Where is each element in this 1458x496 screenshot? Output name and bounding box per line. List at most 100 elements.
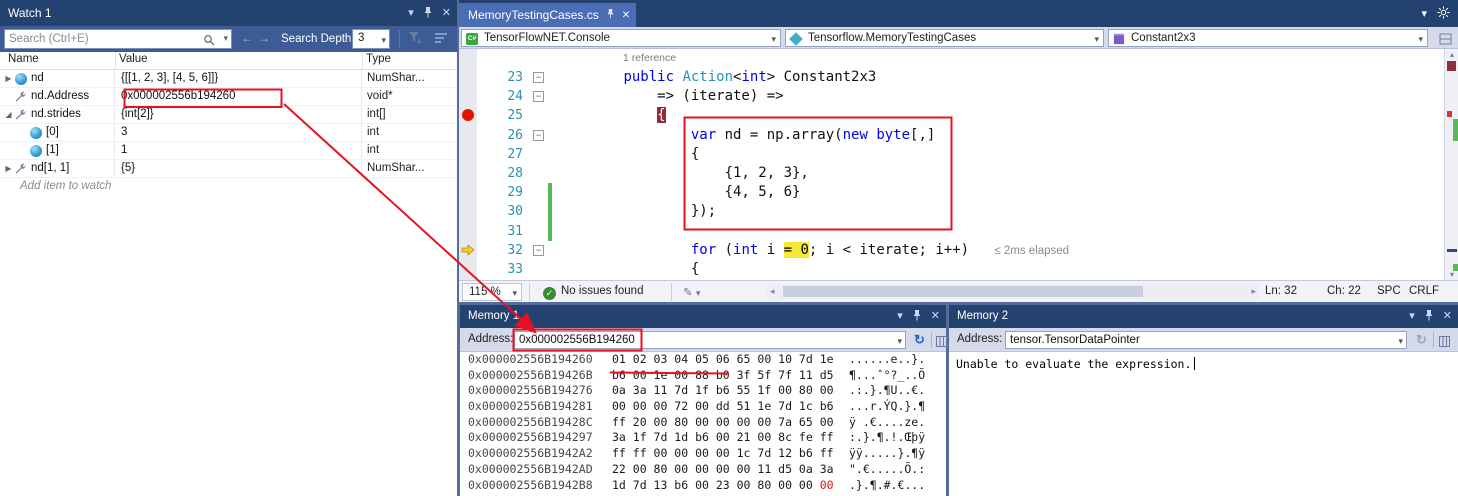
search-previous-icon[interactable]: ← [241,31,253,45]
code-line[interactable]: { [556,260,699,279]
line-number[interactable]: 25 [477,106,523,125]
memory-row[interactable]: 0x000002556B19428100 00 00 72 00 dd 51 1… [460,399,946,415]
memory2-address-input[interactable] [1010,333,1390,347]
code-line[interactable]: { [556,106,666,125]
memory2-address-combo[interactable]: ▾ [1005,331,1407,349]
memory-row[interactable]: 0x000002556B1942973a 1f 7d 1d b6 00 21 0… [460,430,946,446]
watch-add-item-row[interactable]: Add item to watch [0,178,457,196]
editor-split-icon[interactable] [1439,32,1452,50]
tab-pin-icon[interactable] [606,8,615,22]
code-line[interactable]: for (int i = 0; i < iterate; i++) ≤ 2ms … [556,241,1069,261]
code-cleanup-icon[interactable]: ✎ ▾ [683,285,700,299]
codelens-references[interactable]: 1 reference [623,52,676,64]
memory1-address-combo[interactable]: ▾ [514,331,906,349]
text-cursor [1194,357,1195,370]
expander-collapsed-icon[interactable]: ▶ [3,70,14,87]
close-icon[interactable]: ✕ [442,8,451,19]
watch-row[interactable]: [1]1int [0,142,457,160]
memory1-address-input[interactable] [519,333,889,347]
close-icon[interactable]: ✕ [1443,311,1452,322]
code-line[interactable]: => (iterate) => [556,87,784,106]
scroll-up-icon[interactable]: ▴ [1445,50,1458,59]
fold-collapse-icon[interactable]: − [533,245,544,256]
expander-collapsed-icon[interactable]: ▶ [3,160,14,177]
watch-row[interactable]: [0]3int [0,124,457,142]
gear-icon[interactable] [1437,6,1450,22]
code-line[interactable]: }); [556,202,716,221]
filter-icon[interactable] [408,31,423,50]
search-icon[interactable] [203,33,215,51]
watch-title-bar[interactable]: Watch 1 ▾ ✕ [0,0,457,26]
code-line[interactable]: {4, 5, 6} [556,183,800,202]
line-number[interactable]: 23 [477,68,523,87]
columns-icon[interactable] [936,334,947,352]
memory-row[interactable]: 0x000002556B19426001 02 03 04 05 06 65 0… [460,352,946,368]
columns-icon[interactable] [1439,334,1450,352]
code-line[interactable]: {1, 2, 3}, [556,164,809,183]
window-menu-chevron-icon[interactable]: ▾ [1409,311,1415,322]
code-line[interactable]: var nd = np.array(new byte[,] [556,126,935,145]
refresh-icon[interactable]: ↻ [1416,332,1427,348]
memory-row[interactable]: 0x000002556B19428Cff 20 00 80 00 00 00 0… [460,415,946,431]
memory2-title-bar[interactable]: Memory 2 ▾ ✕ [949,305,1458,328]
tab-close-icon[interactable]: ✕ [622,10,630,21]
code-line[interactable]: public Action<int> Constant2x3 [556,68,876,87]
scroll-right-icon[interactable]: ▸ [1251,286,1256,297]
line-number[interactable]: 26 [477,126,523,145]
search-input[interactable] [9,31,194,47]
column-header-type[interactable]: Type [366,53,391,65]
memory-row[interactable]: 0x000002556B1942A2ff ff 00 00 00 00 1c 7… [460,446,946,462]
line-number[interactable]: 24 [477,87,523,106]
fold-collapse-icon[interactable]: − [533,130,544,141]
memory-row[interactable]: 0x000002556B1942760a 3a 11 7d 1f b6 55 1… [460,383,946,399]
scroll-down-icon[interactable]: ▾ [1445,270,1458,279]
horizontal-scroll-thumb[interactable] [783,286,1143,297]
line-number[interactable]: 31 [477,222,523,241]
search-depth-select[interactable]: 3 ▾ [352,29,390,49]
line-number[interactable]: 32 [477,241,523,260]
memory-row[interactable]: 0x000002556B19426Bb6 00 1e 00 88 b0 3f 5… [460,368,946,384]
search-options-chevron-icon[interactable]: ▾ [223,33,228,44]
line-number[interactable]: 29 [477,183,523,202]
scroll-left-icon[interactable]: ◂ [770,286,775,297]
project-selector[interactable]: C# TensorFlowNET.Console ▾ [461,29,781,47]
column-header-name[interactable]: Name [8,53,39,65]
pin-icon[interactable] [1424,309,1434,324]
pin-icon[interactable] [423,6,433,21]
vertical-scrollbar[interactable]: ▴ ▾ [1444,49,1458,280]
line-number[interactable]: 30 [477,202,523,221]
member-selector[interactable]: Constant2x3 ▾ [1108,29,1428,47]
memory-row[interactable]: 0x000002556B1942B81d 7d 13 b6 00 23 00 8… [460,478,946,494]
tab-memory-testing-cases[interactable]: MemoryTestingCases.cs ✕ [459,3,636,27]
watch-row[interactable]: ◢nd.strides{int[2]}int[] [0,106,457,124]
horizontal-scrollbar[interactable]: ◂ ▸ [767,284,1259,299]
search-next-icon[interactable]: → [258,31,270,45]
column-header-value[interactable]: Value [119,53,148,65]
fold-collapse-icon[interactable]: − [533,91,544,102]
fold-collapse-icon[interactable]: − [533,72,544,83]
line-number[interactable]: 28 [477,164,523,183]
code-editor[interactable]: 1 reference ▴ ▾ 23− public Action<int> C… [459,49,1458,280]
memory1-title-bar[interactable]: Memory 1 ▾ ✕ [460,305,946,328]
close-icon[interactable]: ✕ [931,311,940,322]
memory1-content[interactable]: 0x000002556B19426001 02 03 04 05 06 65 0… [460,352,946,496]
memory-row[interactable]: 0x000002556B1942AD22 00 80 00 00 00 00 1… [460,462,946,478]
code-line[interactable]: { [556,145,699,164]
line-number[interactable]: 27 [477,145,523,164]
watch-row[interactable]: ▶nd[1, 1]{5}NumShar... [0,160,457,178]
method-icon [1114,34,1124,44]
zoom-select[interactable]: 115 % ▾ [462,283,522,301]
line-number[interactable]: 33 [477,260,523,279]
window-menu-chevron-icon[interactable]: ▾ [408,8,414,19]
issues-indicator[interactable]: ✓No issues found [543,285,643,300]
type-selector[interactable]: Tensorflow.MemoryTestingCases ▾ [785,29,1104,47]
expander-expanded-icon[interactable]: ◢ [3,106,14,123]
refresh-icon[interactable]: ↻ [914,332,925,348]
watch-row[interactable]: nd.Address0x000002556b194260void* [0,88,457,106]
pin-icon[interactable] [912,309,922,324]
window-menu-chevron-icon[interactable]: ▾ [897,311,903,322]
view-options-icon[interactable] [434,31,448,50]
watch-row[interactable]: ▶nd{[[1, 2, 3], [4, 5, 6]]}NumShar... [0,70,457,88]
memory2-content[interactable]: Unable to evaluate the expression. [949,352,1458,496]
tab-list-chevron-icon[interactable]: ▾ [1421,7,1427,20]
